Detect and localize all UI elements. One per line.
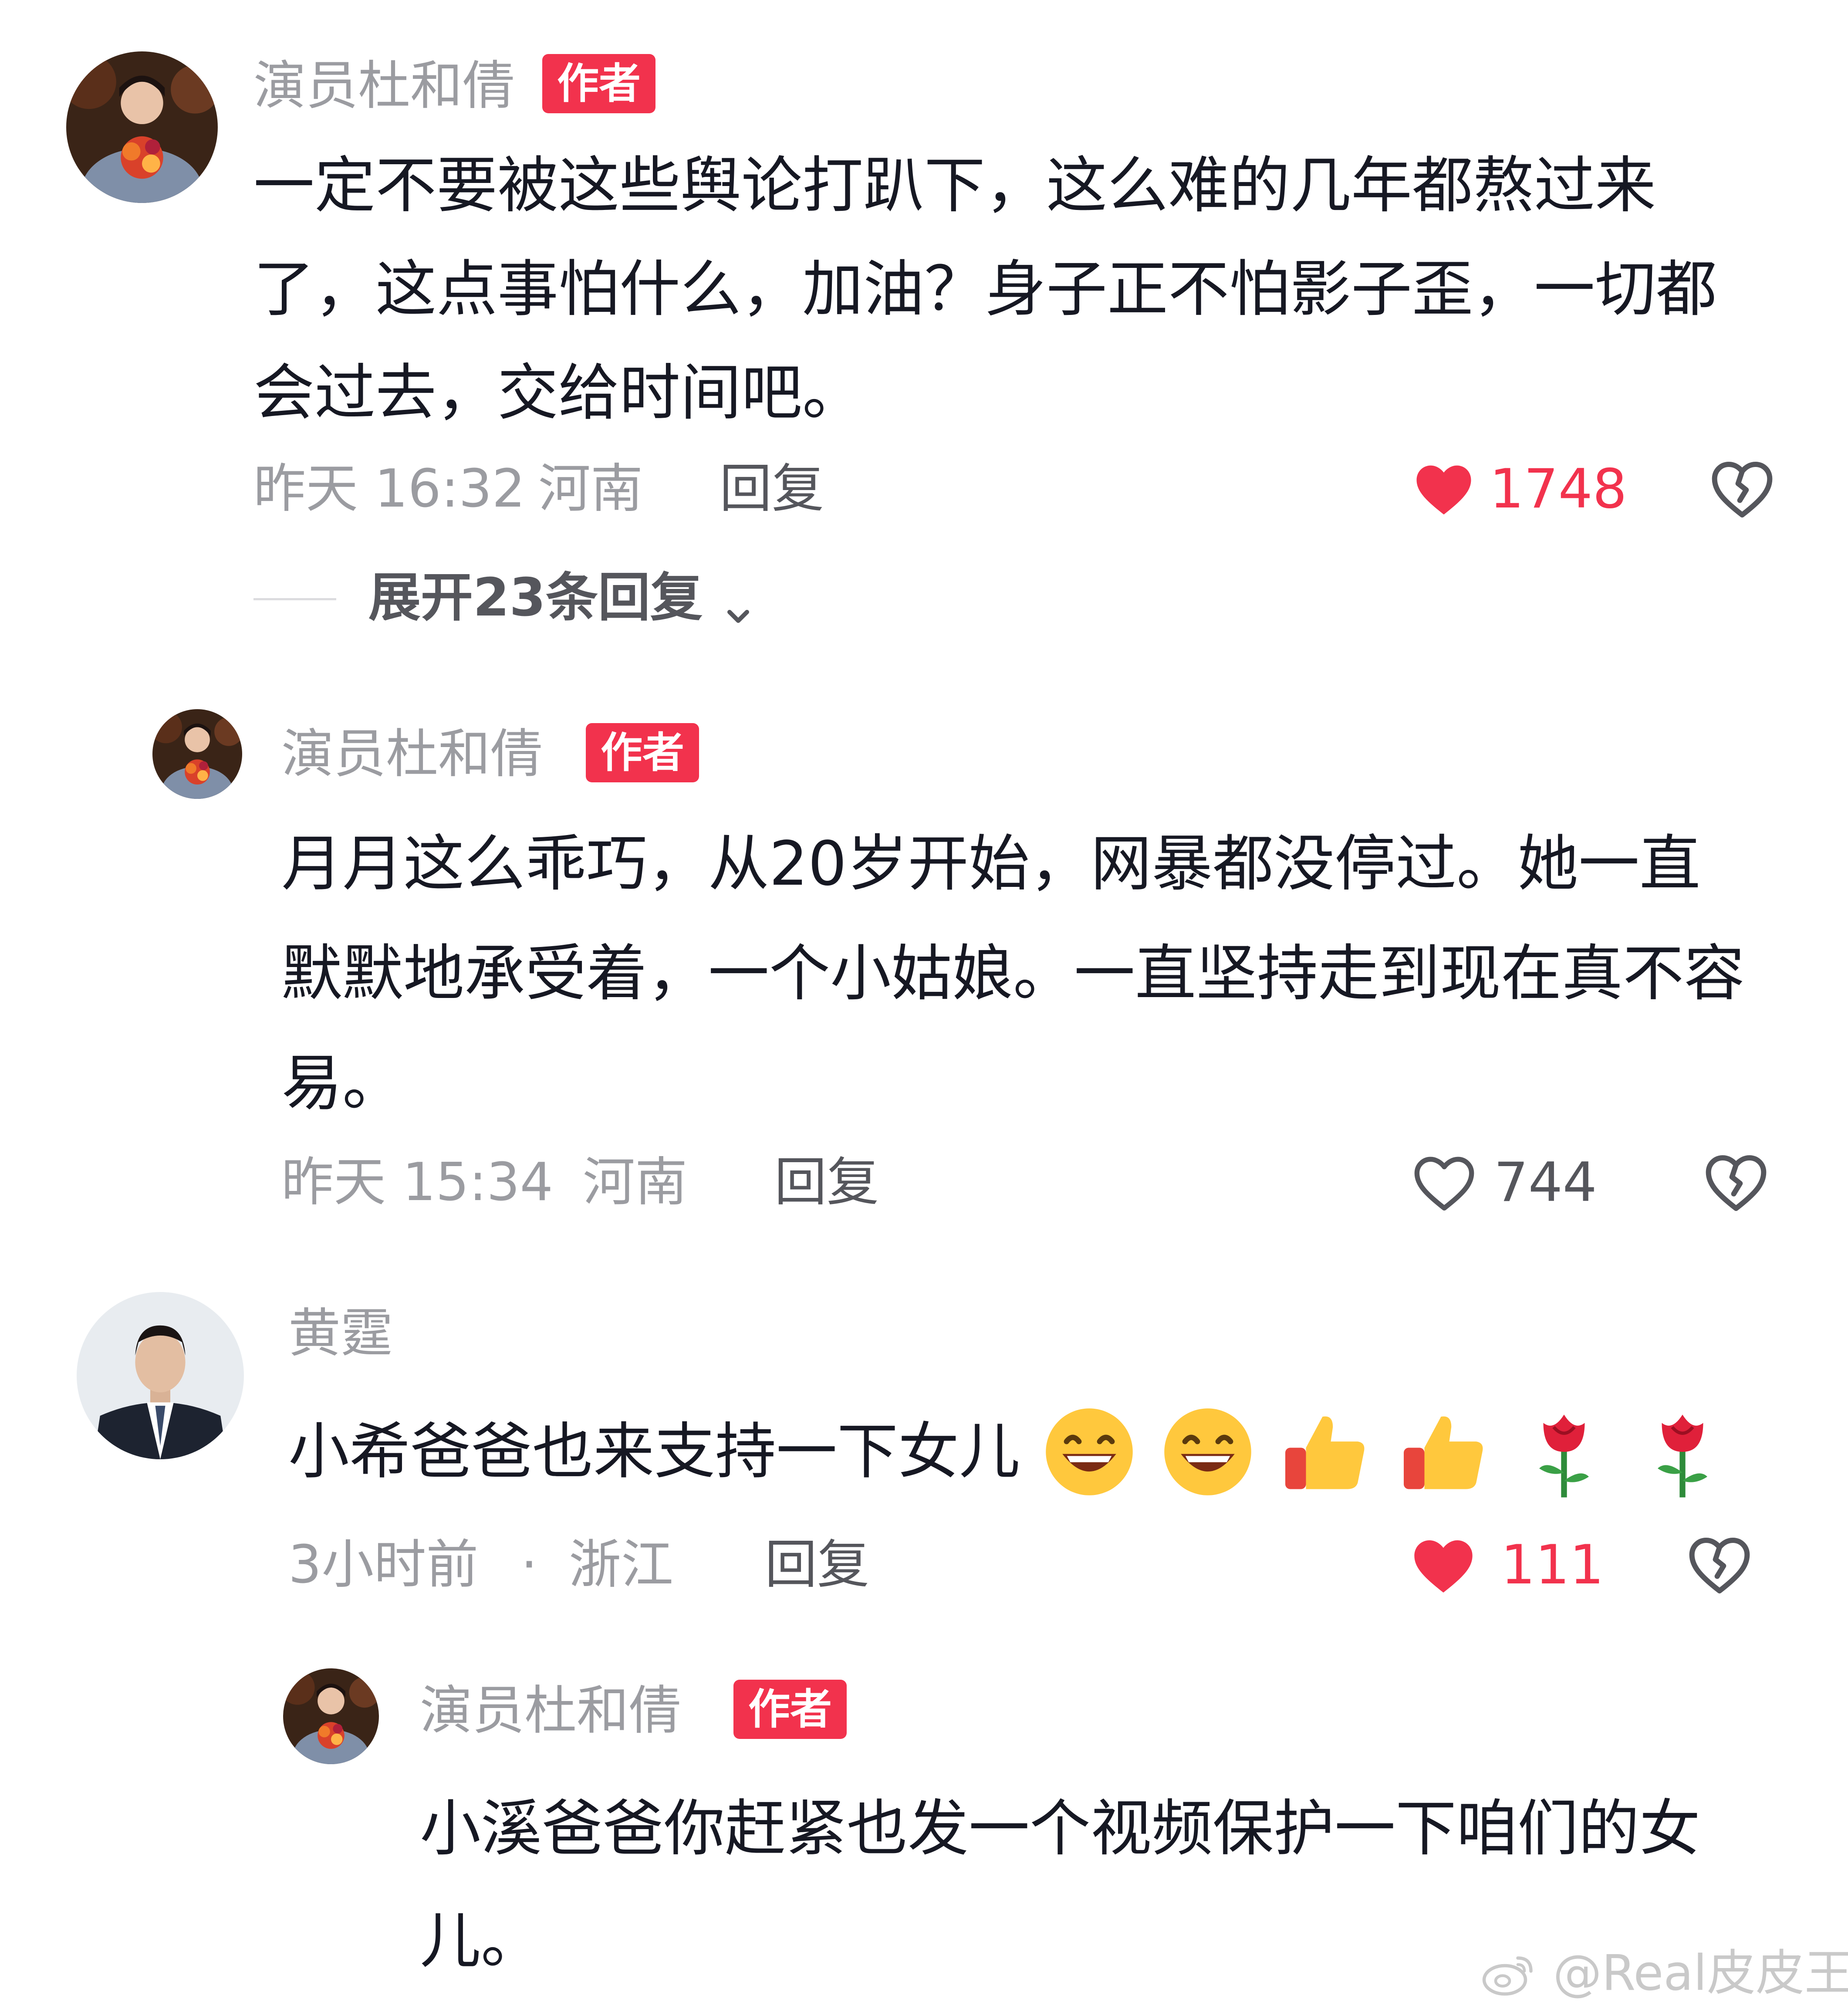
expand-replies-label: 展开23条回复 bbox=[368, 568, 703, 628]
reply-button[interactable]: 回复 bbox=[774, 1150, 879, 1215]
avatar-photo-man-suit-icon bbox=[77, 1292, 244, 1459]
expand-divider bbox=[253, 598, 336, 600]
reply-button[interactable]: 回复 bbox=[720, 457, 824, 522]
comment-text-content: 小希爸爸也来支持一下女儿 bbox=[288, 1416, 1020, 1488]
watermark: @Real皮皮王 bbox=[1481, 1942, 1848, 2002]
rose-emoji-icon bbox=[1633, 1402, 1732, 1502]
weibo-logo-icon bbox=[1481, 1949, 1537, 1997]
avatar-photo-woman-bouquet-icon bbox=[66, 51, 218, 203]
comment-time: 昨天 16:32 bbox=[253, 459, 525, 519]
avatar-photo-woman-bouquet-icon bbox=[152, 709, 242, 799]
broken-heart-icon[interactable] bbox=[1685, 1530, 1754, 1600]
like-count: 111 bbox=[1501, 1534, 1604, 1596]
username[interactable]: 演员杜和倩 bbox=[281, 724, 543, 785]
like-count: 1748 bbox=[1490, 458, 1627, 521]
emoji-row bbox=[1040, 1408, 1733, 1498]
avatar[interactable] bbox=[283, 1668, 379, 1764]
username[interactable]: 演员杜和倩 bbox=[253, 56, 515, 117]
grin-emoji-icon bbox=[1158, 1402, 1257, 1502]
comment-text: 小希爸爸也来支持一下女儿 bbox=[288, 1397, 1769, 1504]
author-badge: 作者 bbox=[586, 723, 699, 782]
like-count: 744 bbox=[1494, 1151, 1597, 1214]
avatar[interactable] bbox=[77, 1292, 244, 1459]
grin-emoji-icon bbox=[1040, 1402, 1139, 1502]
thumbs-up-emoji-icon bbox=[1277, 1402, 1376, 1502]
heart-icon[interactable] bbox=[1411, 457, 1476, 522]
meta-separator: · bbox=[521, 1535, 538, 1595]
comment-location: 河南 bbox=[583, 1152, 687, 1213]
username[interactable]: 黄霆 bbox=[288, 1303, 393, 1364]
avatar[interactable] bbox=[152, 709, 242, 799]
author-badge: 作者 bbox=[733, 1680, 847, 1739]
rose-emoji-icon bbox=[1514, 1402, 1614, 1502]
watermark-text: @Real皮皮王 bbox=[1553, 1945, 1848, 2002]
avatar[interactable] bbox=[66, 51, 218, 203]
comment-text: 一定不要被这些舆论打趴下，这么难的几年都熬过来了，这点事怕什么，加油？身子正不怕… bbox=[253, 150, 1717, 429]
avatar-photo-woman-bouquet-icon bbox=[283, 1668, 379, 1764]
chevron-down-icon bbox=[721, 584, 756, 623]
reply-button[interactable]: 回复 bbox=[765, 1532, 869, 1598]
broken-heart-icon[interactable] bbox=[1707, 454, 1777, 524]
comment-time: 3小时前 bbox=[288, 1535, 479, 1595]
comment-text: 月月这么乖巧，从20岁开始，网暴都没停过。她一直默默地承受着，一个小姑娘。一直坚… bbox=[281, 829, 1745, 1119]
heart-icon[interactable] bbox=[1409, 1531, 1478, 1600]
thumbs-up-emoji-icon bbox=[1395, 1402, 1495, 1502]
broken-heart-icon[interactable] bbox=[1701, 1147, 1771, 1217]
heart-outline-icon[interactable] bbox=[1409, 1148, 1479, 1218]
username[interactable]: 演员杜和倩 bbox=[420, 1681, 681, 1742]
comment-location: 浙江 bbox=[569, 1535, 673, 1595]
expand-replies-button[interactable]: 展开23条回复 bbox=[368, 565, 756, 631]
author-badge: 作者 bbox=[542, 54, 655, 113]
comment-location: 河南 bbox=[538, 459, 643, 519]
comment-time: 昨天 15:34 bbox=[281, 1152, 553, 1213]
